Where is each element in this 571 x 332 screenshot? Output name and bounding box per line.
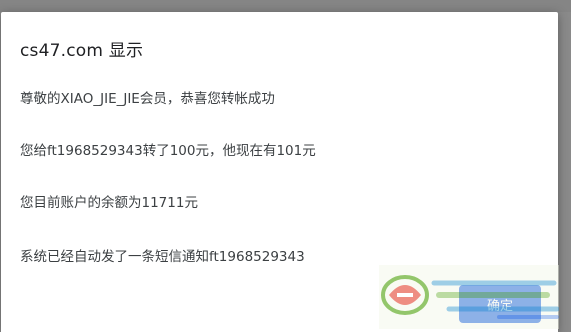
page-backdrop (0, 0, 571, 12)
dialog-title: cs47.com 显示 (20, 41, 144, 61)
alert-dialog: cs47.com 显示 尊敬的XIAO_JIE_JIE会员，恭喜您转帐成功 您给… (1, 12, 558, 332)
dialog-message-line-1: 尊敬的XIAO_JIE_JIE会员，恭喜您转帐成功 (20, 91, 275, 107)
dialog-message-line-3: 您目前账户的余额为11711元 (20, 195, 198, 211)
dialog-message-line-2: 您给ft1968529343转了100元，他现在有101元 (20, 143, 316, 159)
ok-button[interactable]: 确定 (459, 285, 541, 323)
dialog-message-line-4: 系统已经自动发了一条短信通知ft1968529343 (20, 249, 305, 265)
